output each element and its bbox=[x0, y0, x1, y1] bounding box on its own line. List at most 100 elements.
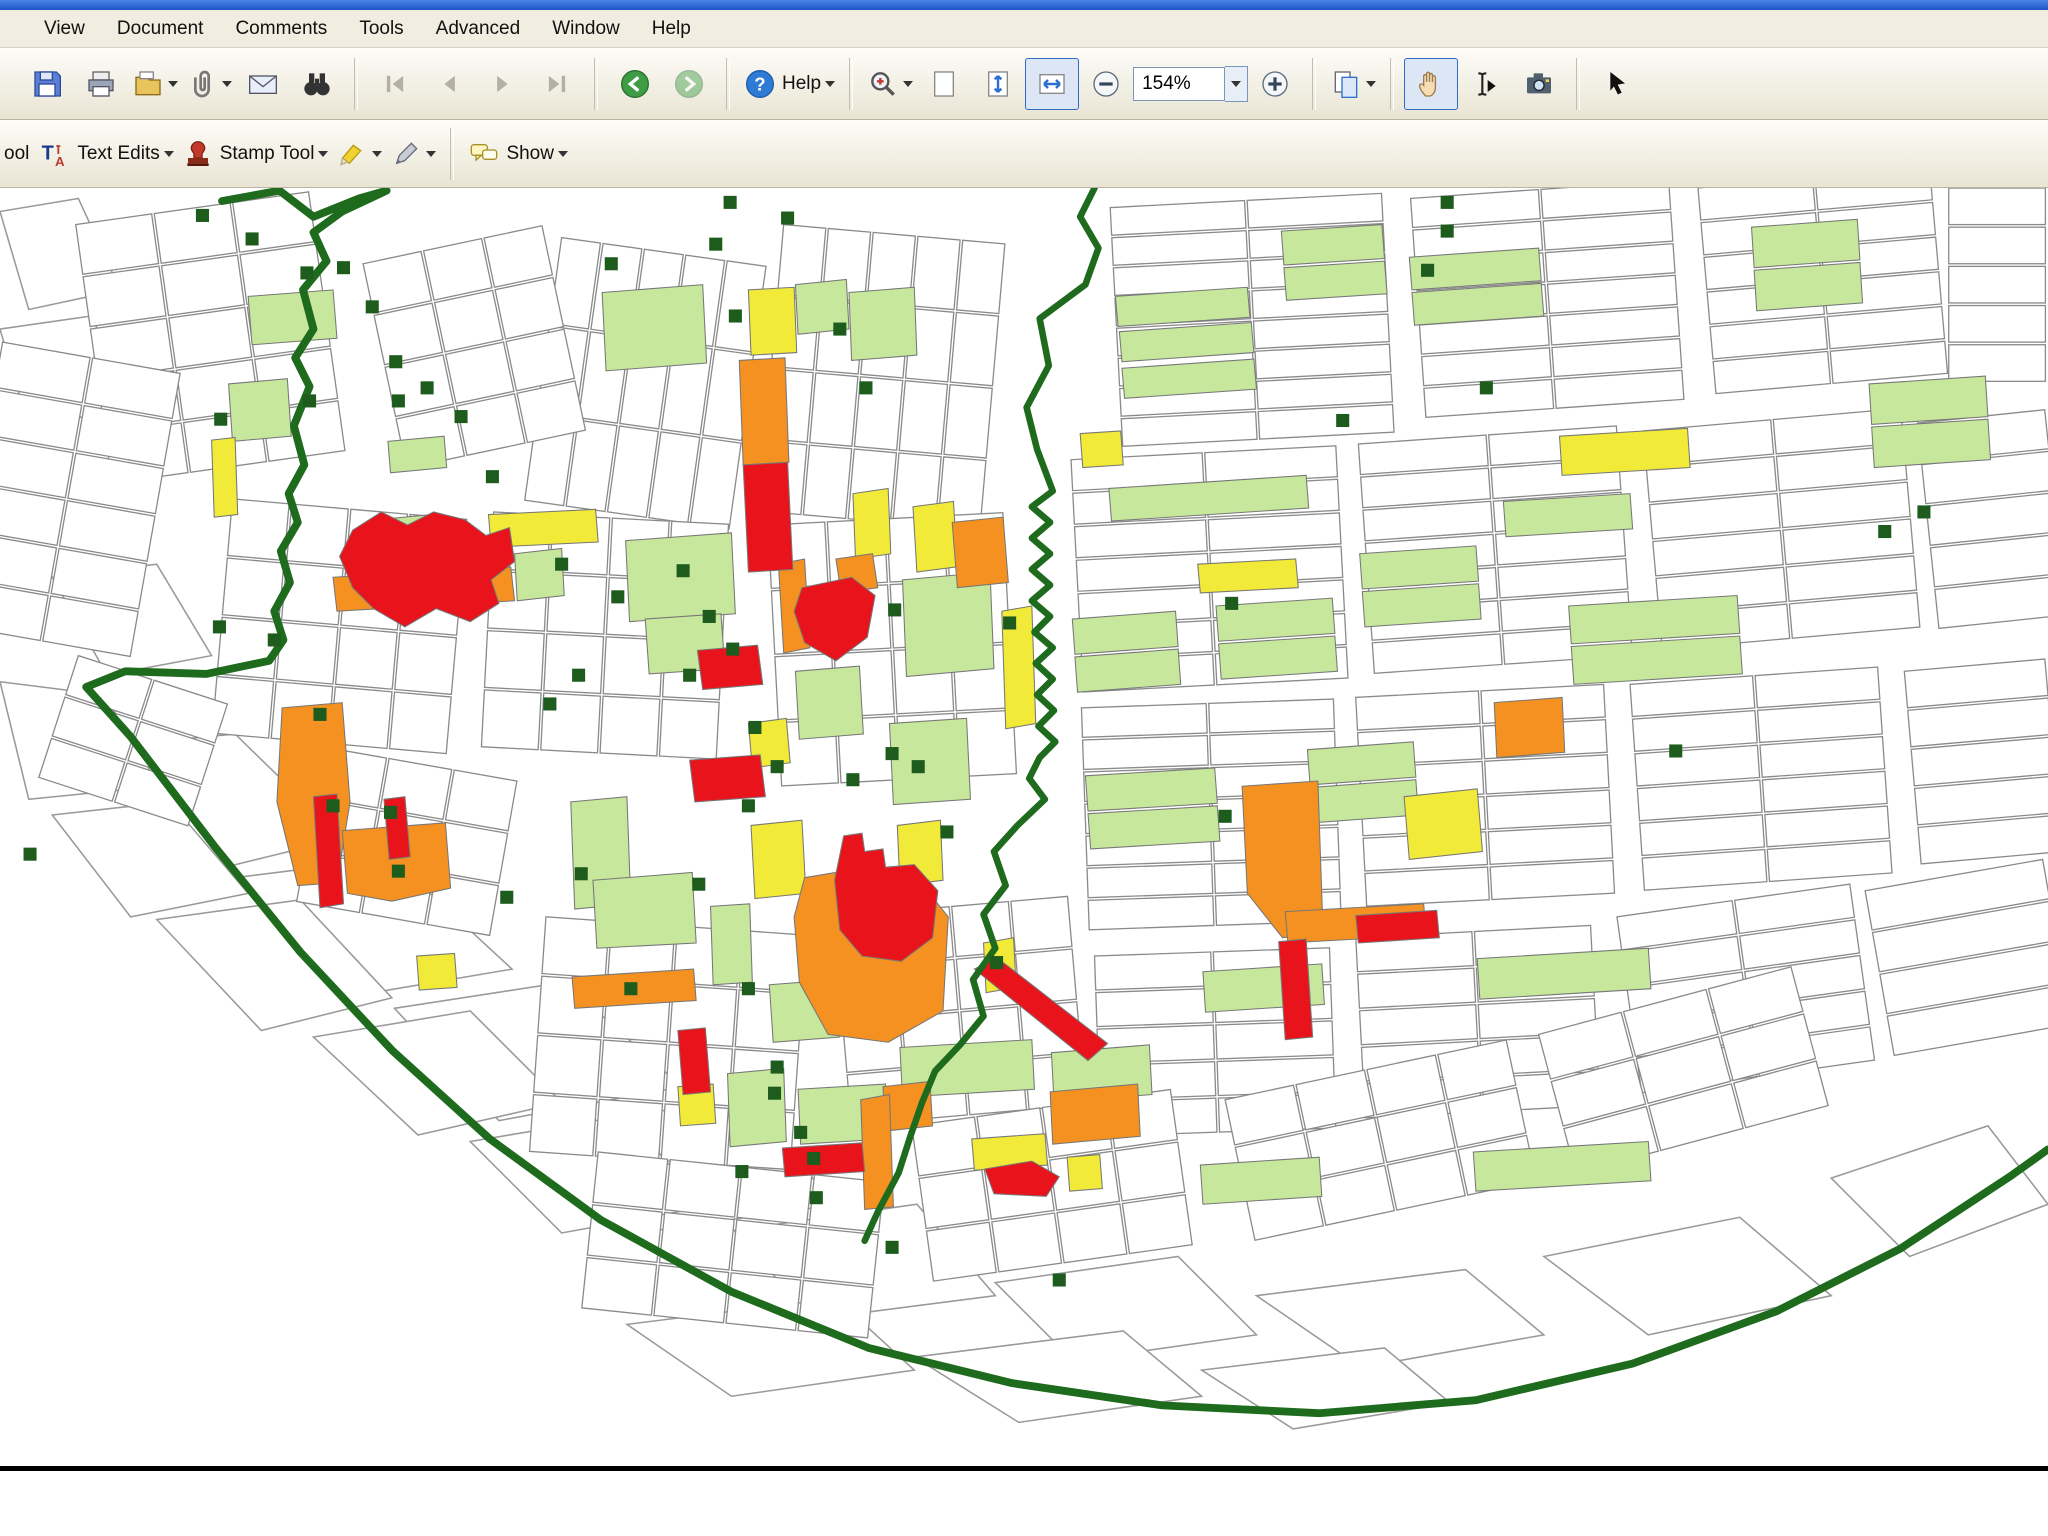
map-region-green bbox=[709, 903, 753, 986]
next-page-button[interactable] bbox=[476, 58, 530, 110]
text-select-tool-button[interactable] bbox=[1458, 58, 1512, 110]
actual-size-button[interactable] bbox=[917, 58, 971, 110]
text-select-icon bbox=[1478, 71, 1496, 96]
map-marker bbox=[604, 257, 618, 271]
stamp-tool-button[interactable]: Stamp Tool bbox=[178, 128, 333, 180]
dropdown-caret-icon bbox=[903, 80, 914, 87]
fit-page-icon bbox=[988, 70, 1009, 97]
help-button[interactable]: ? Help bbox=[740, 58, 839, 110]
print-button[interactable] bbox=[74, 58, 128, 110]
first-page-button[interactable] bbox=[368, 58, 422, 110]
go-forward-button[interactable] bbox=[662, 58, 716, 110]
map-region-green bbox=[1871, 418, 1992, 469]
map-marker bbox=[885, 1240, 899, 1254]
zoom-level-dropdown[interactable] bbox=[1225, 65, 1249, 102]
search-button[interactable] bbox=[290, 58, 344, 110]
menu-help[interactable]: Help bbox=[636, 10, 707, 48]
menu-document[interactable]: Document bbox=[101, 10, 220, 48]
show-comments-button[interactable]: Show bbox=[464, 128, 572, 180]
menu-view[interactable]: View bbox=[28, 10, 101, 48]
map-marker bbox=[940, 825, 954, 839]
map-marker bbox=[846, 773, 860, 787]
svg-text:A: A bbox=[55, 154, 65, 169]
text-edits-label: Text Edits bbox=[77, 142, 160, 164]
zoom-tool-button[interactable] bbox=[863, 58, 917, 110]
cropped-tool-label: ool bbox=[4, 142, 30, 164]
help-button-label: Help bbox=[782, 72, 822, 94]
email-button[interactable] bbox=[236, 58, 290, 110]
map-region-green bbox=[387, 435, 448, 474]
map-region-green bbox=[1361, 583, 1482, 628]
map-region-yellow bbox=[211, 436, 239, 518]
snapshot-tool-button[interactable] bbox=[1512, 58, 1566, 110]
main-toolbar: ? Help bbox=[0, 48, 2048, 120]
map-street-block bbox=[362, 224, 587, 469]
map-region-orange bbox=[1493, 696, 1566, 759]
previous-page-button[interactable] bbox=[422, 58, 476, 110]
map-marker bbox=[735, 1165, 749, 1179]
map-marker bbox=[336, 261, 351, 275]
menu-bar: View Document Comments Tools Advanced Wi… bbox=[0, 10, 2048, 48]
menu-advanced[interactable]: Advanced bbox=[420, 10, 537, 48]
hand-tool-icon bbox=[1419, 71, 1437, 97]
zoom-in-button[interactable] bbox=[1248, 58, 1302, 110]
map-marker bbox=[1225, 596, 1239, 610]
map-region-green bbox=[1199, 1156, 1323, 1205]
save-button[interactable] bbox=[20, 58, 74, 110]
map-marker bbox=[676, 564, 690, 578]
map-street-block bbox=[1948, 188, 2047, 382]
map-marker bbox=[770, 1060, 784, 1074]
map-marker bbox=[1440, 224, 1454, 238]
map-region-red bbox=[781, 1142, 866, 1178]
paperclip-icon bbox=[194, 70, 210, 97]
zoom-level-input[interactable] bbox=[1133, 66, 1226, 101]
map-street-block bbox=[1864, 858, 2048, 1057]
window-titlebar-strip bbox=[0, 0, 2048, 10]
map-marker bbox=[768, 1086, 782, 1100]
menu-tools[interactable]: Tools bbox=[343, 10, 419, 48]
drawing-markup-button[interactable] bbox=[386, 128, 440, 180]
export-button[interactable] bbox=[128, 58, 182, 110]
zoom-out-button[interactable] bbox=[1079, 58, 1133, 110]
map-outline-block bbox=[1541, 1216, 1833, 1336]
map-marker bbox=[794, 1125, 808, 1139]
map-marker bbox=[212, 620, 226, 634]
dropdown-caret-icon bbox=[163, 150, 174, 157]
map-marker bbox=[1917, 505, 1931, 519]
map-marker bbox=[214, 412, 228, 426]
highlighter-tool-button[interactable] bbox=[332, 128, 386, 180]
map-region-red bbox=[1355, 909, 1440, 944]
map-marker bbox=[807, 1151, 821, 1166]
magnifier-zoom-icon bbox=[871, 71, 895, 96]
menu-window[interactable]: Window bbox=[536, 10, 636, 48]
page-display-button[interactable] bbox=[1326, 58, 1380, 110]
map-region-green bbox=[625, 532, 736, 623]
document-viewport[interactable]: Electoral register - Multiple names bbox=[0, 188, 2048, 1536]
map-region-yellow bbox=[1403, 788, 1484, 860]
hand-tool-button[interactable] bbox=[1404, 57, 1459, 110]
camera-icon bbox=[1527, 72, 1552, 93]
map-marker bbox=[1336, 413, 1350, 428]
map-marker bbox=[267, 633, 281, 647]
svg-text:?: ? bbox=[754, 73, 765, 94]
comment-bubbles-icon bbox=[471, 143, 498, 161]
text-edits-button[interactable]: T A Text Edits bbox=[35, 128, 177, 180]
attach-button[interactable] bbox=[182, 58, 236, 110]
commenting-toolbar: ool T A Text Edits Stamp Tool Show bbox=[0, 120, 2048, 188]
map-street-block bbox=[1629, 666, 1893, 891]
map-marker bbox=[709, 237, 723, 251]
fit-page-button[interactable] bbox=[971, 58, 1025, 110]
map-region-red bbox=[677, 1027, 712, 1096]
select-tool-button[interactable] bbox=[1590, 58, 1644, 110]
map-region-orange bbox=[1049, 1083, 1141, 1145]
map-marker bbox=[574, 867, 588, 881]
last-page-button[interactable] bbox=[530, 58, 584, 110]
go-back-button[interactable] bbox=[608, 58, 662, 110]
fit-width-button[interactable] bbox=[1025, 57, 1080, 110]
map-marker bbox=[543, 697, 557, 711]
map-region-green bbox=[1084, 767, 1218, 812]
map-region-green bbox=[1218, 635, 1339, 680]
slide-divider-line bbox=[0, 1466, 2048, 1471]
map-marker bbox=[391, 864, 405, 878]
menu-comments[interactable]: Comments bbox=[219, 10, 343, 48]
